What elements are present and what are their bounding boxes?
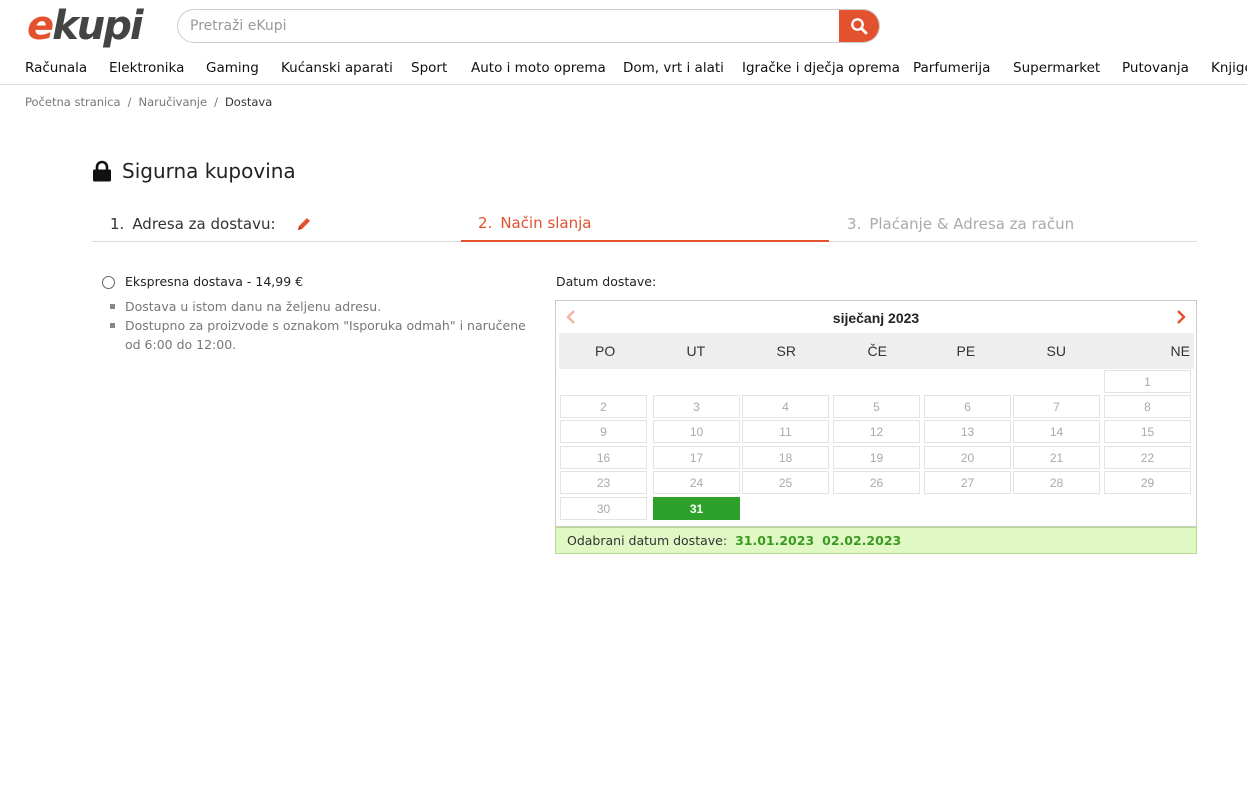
calendar-day: 18 bbox=[742, 446, 829, 469]
weekday-label: PO bbox=[595, 343, 616, 359]
weekday-label: UT bbox=[686, 343, 706, 359]
calendar-day: 30 bbox=[560, 497, 647, 520]
calendar-day: 8 bbox=[1104, 395, 1191, 418]
calendar-day: 13 bbox=[924, 420, 1011, 443]
calendar-day: 21 bbox=[1013, 446, 1100, 469]
breadcrumb-order[interactable]: Naručivanje bbox=[138, 95, 207, 109]
selected-date-bar: Odabrani datum dostave: 31.01.2023 02.02… bbox=[555, 527, 1197, 554]
nav-item-sport[interactable]: Sport bbox=[411, 60, 447, 76]
calendar-day: 19 bbox=[833, 446, 920, 469]
list-item: Dostava u istom danu na željenu adresu. bbox=[110, 297, 540, 316]
nav-item-knjige[interactable]: Knjige bbox=[1211, 60, 1247, 76]
list-item: Dostupno za proizvode s oznakom "Isporuk… bbox=[110, 316, 540, 354]
step-shipping-method[interactable]: 2. Način slanja bbox=[461, 206, 829, 242]
breadcrumb-current: Dostava bbox=[224, 95, 273, 109]
search-bar bbox=[177, 9, 880, 43]
selected-date-1: 31.01.2023 bbox=[735, 533, 815, 548]
delivery-option-title: Ekspresna dostava - 14,99 € bbox=[125, 274, 304, 289]
category-nav: Računala Elektronika Gaming Kućanski apa… bbox=[0, 58, 1247, 82]
calendar-day: 12 bbox=[833, 420, 920, 443]
lock-icon bbox=[93, 160, 111, 182]
calendar-day-selected[interactable]: 31 bbox=[653, 497, 740, 520]
nav-item-dom-vrt[interactable]: Dom, vrt i alati bbox=[623, 60, 724, 76]
calendar-day: 1 bbox=[1104, 370, 1191, 393]
step-number: 3. bbox=[847, 215, 862, 233]
calendar-day: 29 bbox=[1104, 471, 1191, 494]
calendar-day: 16 bbox=[560, 446, 647, 469]
calendar-day: 27 bbox=[924, 471, 1011, 494]
calendar-day: 3 bbox=[653, 395, 740, 418]
chevron-right-icon[interactable] bbox=[1174, 309, 1188, 325]
pencil-icon[interactable] bbox=[296, 216, 312, 232]
calendar-day: 6 bbox=[924, 395, 1011, 418]
delivery-option-details: Dostava u istom danu na željenu adresu. … bbox=[110, 297, 540, 354]
weekday-label: PE bbox=[956, 343, 976, 359]
express-delivery-radio[interactable] bbox=[102, 276, 115, 289]
calendar-header: siječanj 2023 bbox=[556, 301, 1196, 333]
delivery-date-label: Datum dostave: bbox=[556, 274, 657, 289]
step-address[interactable]: 1. Adresa za dostavu: bbox=[110, 206, 312, 242]
step-label: Plaćanje & Adresa za račun bbox=[869, 215, 1075, 233]
breadcrumb-home[interactable]: Početna stranica bbox=[25, 95, 121, 109]
step-label: Način slanja bbox=[500, 214, 592, 232]
calendar-day: 17 bbox=[653, 446, 740, 469]
calendar-day: 23 bbox=[560, 471, 647, 494]
calendar-day: 10 bbox=[653, 420, 740, 443]
search-button[interactable] bbox=[839, 10, 879, 42]
nav-item-parfumerija[interactable]: Parfumerija bbox=[913, 60, 990, 76]
weekday-header: PO UT SR ČE PE SU NE bbox=[559, 333, 1194, 369]
calendar-day: 2 bbox=[560, 395, 647, 418]
ekupi-logo[interactable]: ekupi bbox=[27, 2, 144, 50]
secure-checkout-heading: Sigurna kupovina bbox=[92, 159, 296, 183]
calendar-day: 4 bbox=[742, 395, 829, 418]
calendar-day: 22 bbox=[1104, 446, 1191, 469]
nav-item-gaming[interactable]: Gaming bbox=[206, 60, 259, 76]
checkout-steps: 1. Adresa za dostavu: 2. Način slanja 3.… bbox=[92, 206, 1197, 242]
step-number: 1. bbox=[110, 215, 125, 233]
calendar-day: 5 bbox=[833, 395, 920, 418]
step-number: 2. bbox=[478, 214, 493, 232]
bullet-icon bbox=[110, 323, 115, 328]
nav-item-kucanski-aparati[interactable]: Kućanski aparati bbox=[281, 60, 393, 76]
step-label: Adresa za dostavu: bbox=[132, 215, 276, 233]
calendar-day: 20 bbox=[924, 446, 1011, 469]
search-icon bbox=[851, 18, 868, 35]
selected-date-2: 02.02.2023 bbox=[822, 533, 902, 548]
search-input[interactable] bbox=[178, 10, 840, 42]
nav-item-putovanja[interactable]: Putovanja bbox=[1122, 60, 1189, 76]
weekday-label: ČE bbox=[867, 343, 887, 359]
weekday-label: NE bbox=[1170, 343, 1190, 359]
calendar-day: 15 bbox=[1104, 420, 1191, 443]
calendar-day: 9 bbox=[560, 420, 647, 443]
calendar-month: siječanj 2023 bbox=[832, 310, 920, 326]
breadcrumb-separator: / bbox=[127, 95, 132, 109]
weekday-label: SR bbox=[776, 343, 796, 359]
nav-item-elektronika[interactable]: Elektronika bbox=[109, 60, 184, 76]
site-header: ekupi Računala Elektronika Gaming Kućans… bbox=[0, 0, 1247, 85]
calendar-day: 28 bbox=[1013, 471, 1100, 494]
calendar-day: 25 bbox=[742, 471, 829, 494]
page-title: Sigurna kupovina bbox=[122, 159, 296, 183]
calendar-day: 11 bbox=[742, 420, 829, 443]
bullet-icon bbox=[110, 304, 115, 309]
step-payment: 3. Plaćanje & Adresa za račun bbox=[847, 206, 1074, 242]
weekday-label: SU bbox=[1046, 343, 1066, 359]
calendar-day: 24 bbox=[653, 471, 740, 494]
nav-item-supermarket[interactable]: Supermarket bbox=[1013, 60, 1100, 76]
calendar-day: 14 bbox=[1013, 420, 1100, 443]
calendar-day: 26 bbox=[833, 471, 920, 494]
delivery-calendar: siječanj 2023 PO UT SR ČE PE SU NE 1 2 3 4 5 6 7 8 9 10… bbox=[555, 300, 1197, 527]
breadcrumb: Početna stranica / Naručivanje / Dostava bbox=[25, 95, 272, 109]
breadcrumb-separator: / bbox=[214, 95, 218, 109]
calendar-day: 7 bbox=[1013, 395, 1100, 418]
nav-item-racunala[interactable]: Računala bbox=[25, 60, 87, 76]
selected-date-label: Odabrani datum dostave: bbox=[567, 533, 728, 548]
nav-item-auto-moto[interactable]: Auto i moto oprema bbox=[471, 60, 606, 76]
nav-item-igracke[interactable]: Igračke i dječja oprema bbox=[742, 60, 900, 76]
